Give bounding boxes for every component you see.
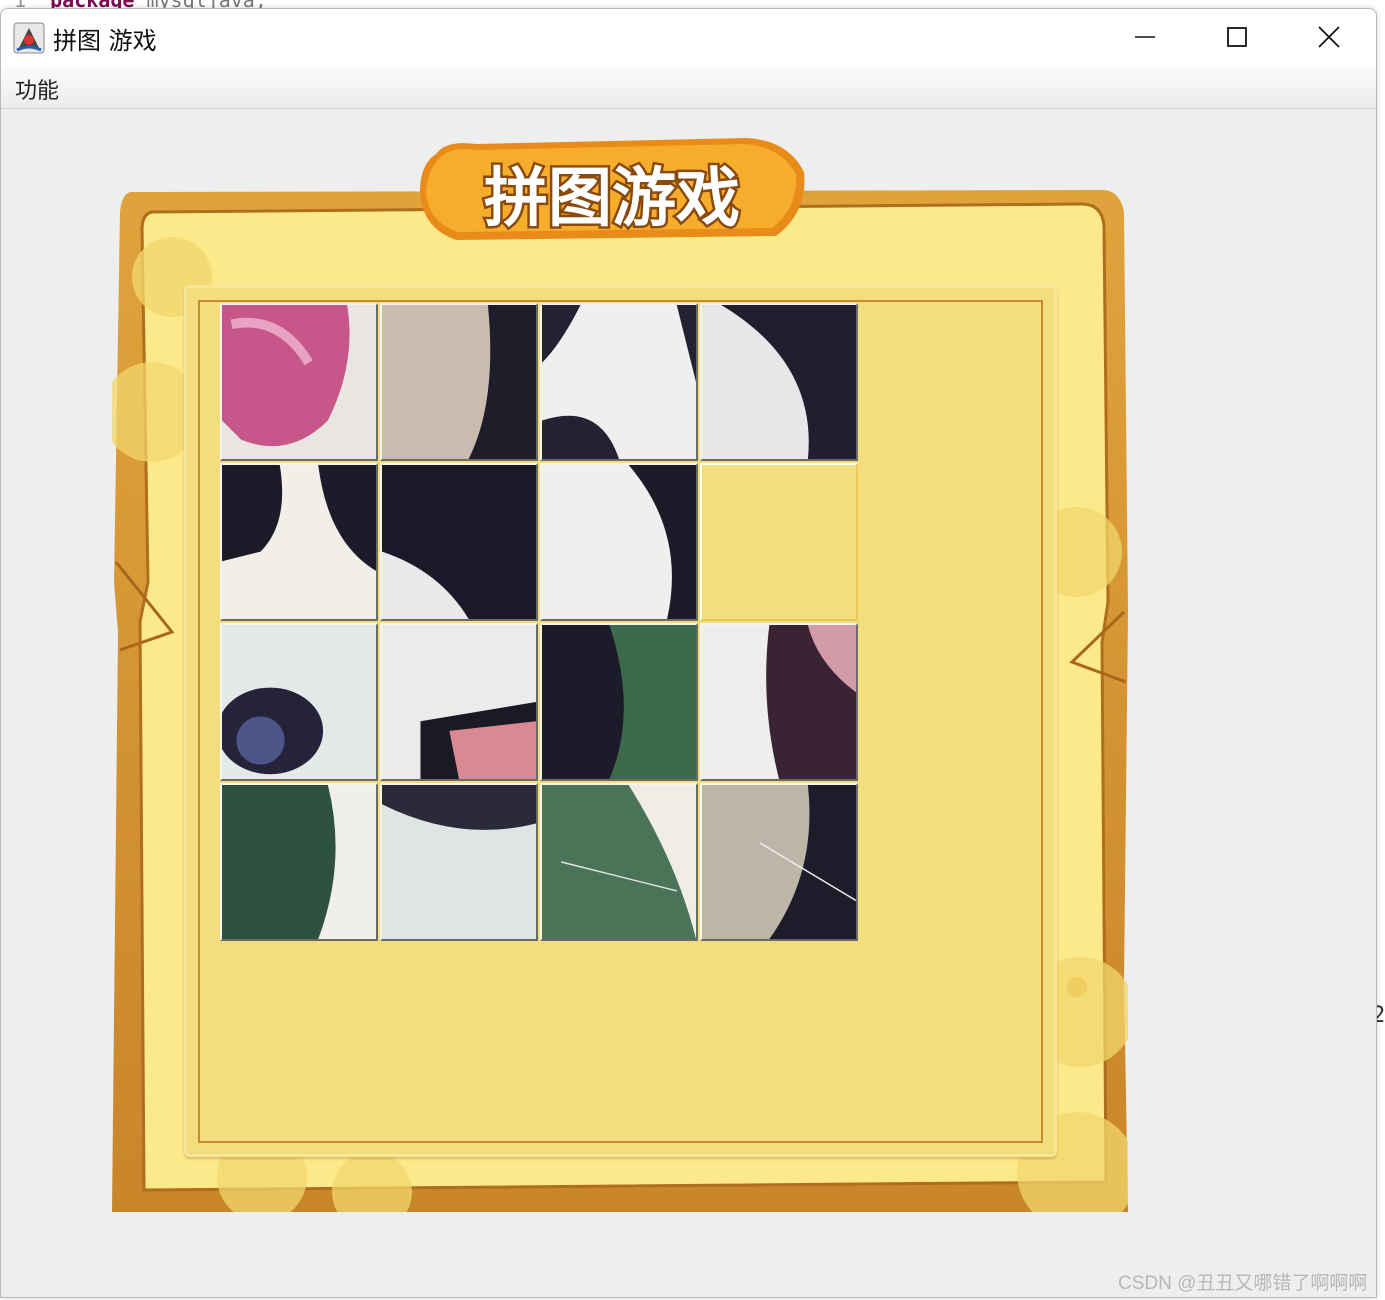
puzzle-tile[interactable] bbox=[380, 463, 538, 621]
minimize-button[interactable] bbox=[1099, 9, 1191, 65]
minimize-icon bbox=[1135, 36, 1155, 38]
puzzle-tile[interactable] bbox=[540, 303, 698, 461]
puzzle-grid[interactable] bbox=[220, 303, 860, 943]
close-icon bbox=[1318, 26, 1340, 48]
puzzle-tile[interactable] bbox=[700, 303, 858, 461]
watermark: CSDN @丑丑又哪错了啊啊啊 bbox=[1118, 1273, 1368, 1294]
puzzle-tile[interactable] bbox=[540, 783, 698, 941]
puzzle-tile[interactable] bbox=[220, 783, 378, 941]
game-title-banner: 拼图游戏 bbox=[420, 138, 805, 240]
maximize-button[interactable] bbox=[1191, 9, 1283, 65]
puzzle-tile[interactable] bbox=[380, 623, 538, 781]
puzzle-tile[interactable] bbox=[540, 463, 698, 621]
close-button[interactable] bbox=[1283, 9, 1375, 65]
banner-title: 拼图游戏 bbox=[484, 162, 740, 236]
menu-item-function[interactable]: 功能 bbox=[15, 73, 59, 105]
window-title: 拼图 游戏 bbox=[53, 27, 157, 55]
puzzle-tile[interactable] bbox=[220, 463, 378, 621]
puzzle-tile[interactable] bbox=[380, 783, 538, 941]
puzzle-tile[interactable] bbox=[540, 623, 698, 781]
puzzle-tile[interactable] bbox=[700, 623, 858, 781]
puzzle-tile[interactable] bbox=[700, 783, 858, 941]
puzzle-tile[interactable] bbox=[220, 623, 378, 781]
menu-bar bbox=[1, 65, 1376, 109]
title-bar[interactable]: 拼图 游戏 bbox=[1, 9, 1376, 65]
empty-tile bbox=[700, 463, 858, 621]
puzzle-tile[interactable] bbox=[380, 303, 538, 461]
maximize-icon bbox=[1227, 27, 1247, 47]
puzzle-tile[interactable] bbox=[220, 303, 378, 461]
java-app-icon bbox=[13, 22, 45, 54]
